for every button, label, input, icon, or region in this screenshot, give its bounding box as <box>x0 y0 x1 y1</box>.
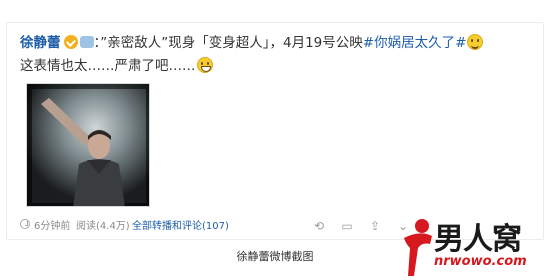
site-watermark: 男人窝 nrwowo.com <box>400 214 550 280</box>
repost-icon[interactable]: ⟲ <box>312 219 326 233</box>
post-photo[interactable] <box>26 83 150 207</box>
read-count: 阅读(4.4万) <box>76 221 130 232</box>
verified-badge-icon <box>63 35 78 49</box>
grin-emoticon-icon <box>196 57 213 73</box>
post-time[interactable]: 6分钟前 <box>34 219 70 235</box>
smile-emoticon-icon <box>467 34 484 50</box>
watermark-logo-icon <box>404 219 432 276</box>
comment-icon[interactable]: ▭ <box>340 219 354 233</box>
username-link[interactable]: 徐静蕾 <box>20 35 61 51</box>
weibo-screenshot: 徐静蕾 ：”亲密敌人”现身「变身超人」，4月19号公映#你娲居太久了#这表情也太…… <box>0 0 550 280</box>
all-reposts-comments-link[interactable]: 全部转播和评论(107) <box>132 219 229 235</box>
post-text: 徐静蕾 ：”亲密敌人”现身「变身超人」，4月19号公映#你娲居太久了#这表情也太…… <box>20 32 490 78</box>
watermark-title: 男人窝 <box>434 222 522 257</box>
post-text-part-2: 这表情也太……严肃了吧…… <box>20 58 196 74</box>
member-badge-icon <box>79 36 94 48</box>
share-icon[interactable]: ⇪ <box>368 219 382 233</box>
photo-image <box>27 84 149 206</box>
topic-link[interactable]: #你娲居太久了# <box>363 35 467 51</box>
post-text-part-1: ”亲密敌人”现身「变身超人」，4月19号公映 <box>100 35 363 51</box>
watermark-url: nrwowo.com <box>434 254 527 269</box>
clock-icon <box>20 219 30 229</box>
